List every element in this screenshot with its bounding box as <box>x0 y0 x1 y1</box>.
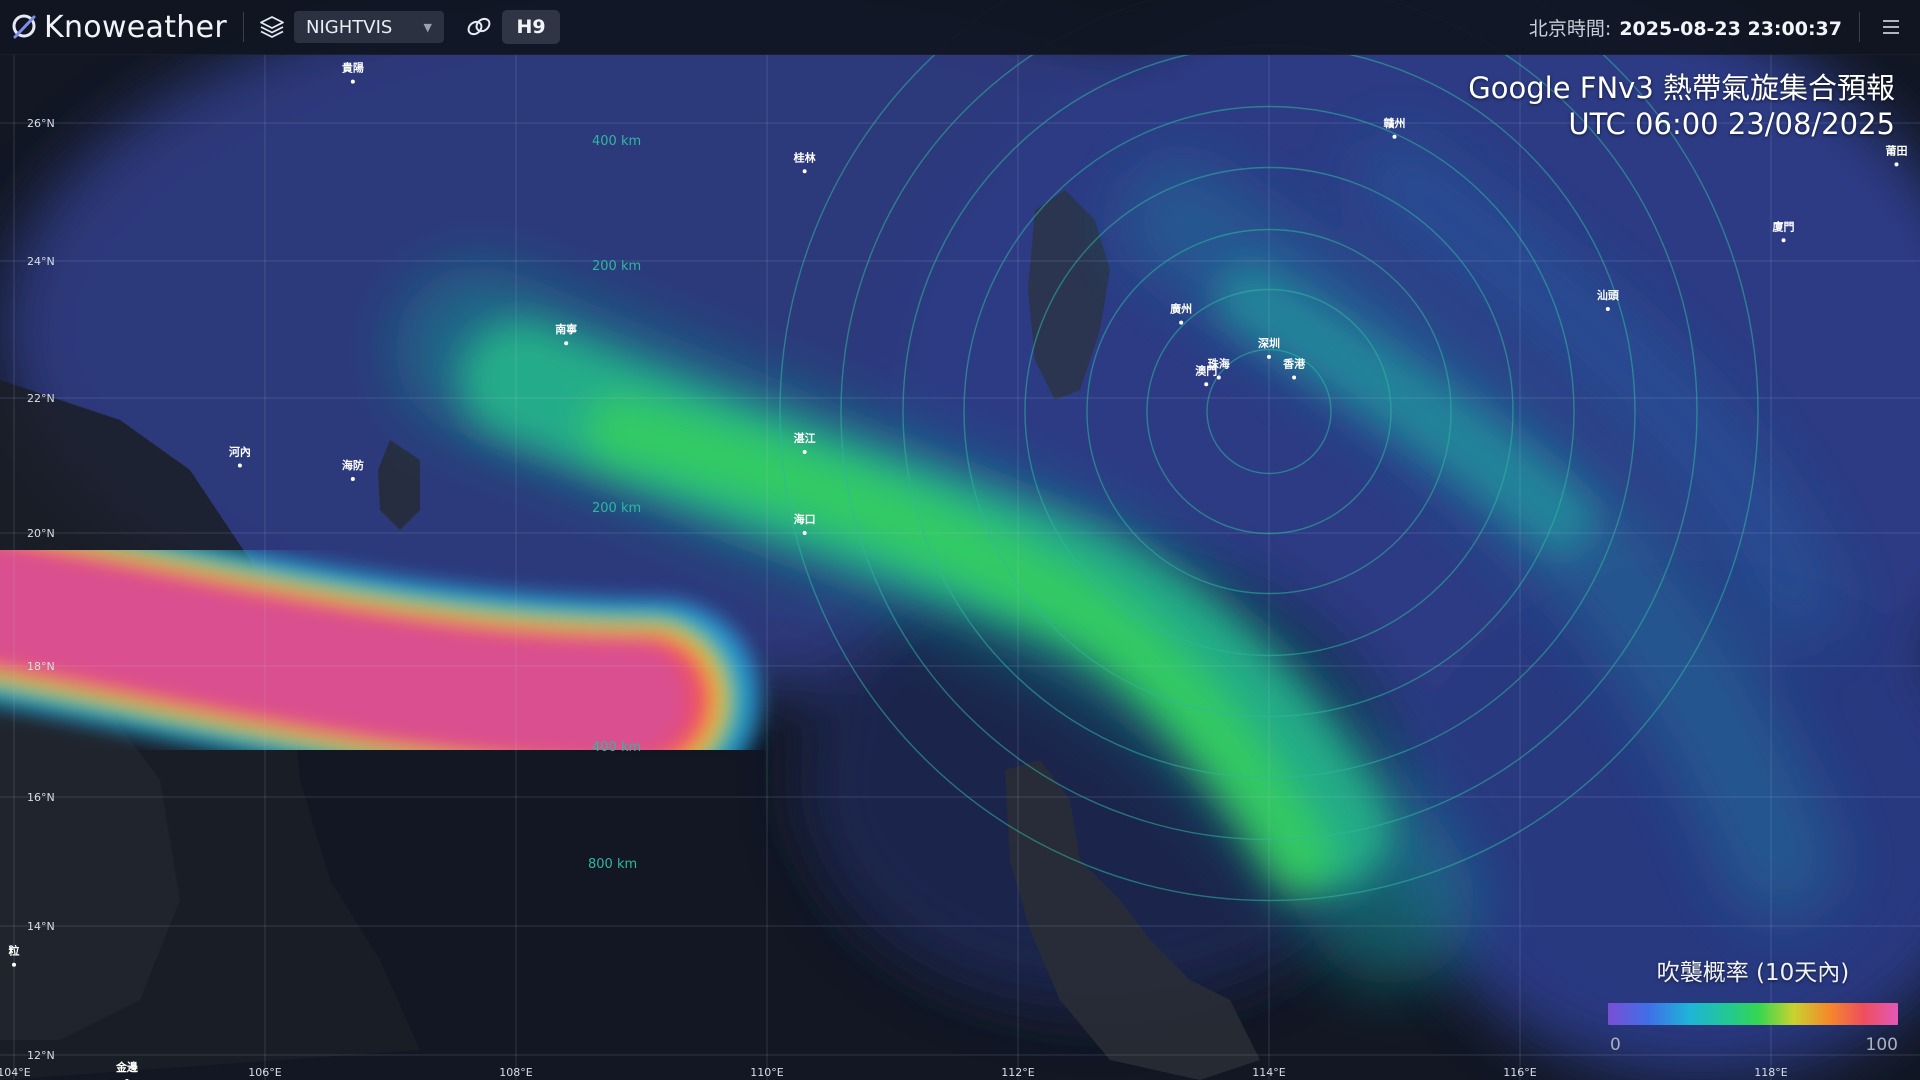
city-label: 贛州 <box>1384 116 1406 130</box>
city-label: 河內 <box>229 445 251 459</box>
ring-label-400km-south: 400 km <box>592 740 641 755</box>
toolbar-divider <box>243 12 244 42</box>
city-dot <box>1267 354 1271 359</box>
layer-select[interactable]: NIGHTVIS ▼ <box>294 11 444 43</box>
lat-tick-label: 14°N <box>27 920 55 933</box>
lat-tick-label: 18°N <box>27 660 55 673</box>
storm-h9-button[interactable]: H9 <box>502 10 560 44</box>
lat-tick-label: 16°N <box>27 791 55 804</box>
city-dot <box>12 962 16 967</box>
legend-title: 吹襲概率 (10天內) <box>1656 960 1850 986</box>
city-label: 海防 <box>342 458 364 472</box>
ring-label-400km-north: 400 km <box>592 134 641 149</box>
city-label: 汕頭 <box>1597 288 1620 302</box>
city-label: 湛江 <box>794 431 816 445</box>
app-name: Knoweather <box>44 9 227 45</box>
city-dot <box>802 531 807 535</box>
forecast-title-model: Google FNv3 熱帶氣旋集合預報 <box>1468 71 1895 105</box>
clock-value: 2025-08-23 23:00:37 <box>1619 18 1842 40</box>
probability-legend: 吹襲概率 (10天內) 0 100 <box>1608 953 1898 1055</box>
city-dot <box>237 463 242 468</box>
city-label: 貴陽 <box>342 61 364 75</box>
city-dot <box>1179 320 1184 325</box>
app-brand[interactable]: Knoweather <box>10 10 227 45</box>
city-label: 莆田 <box>1886 143 1908 157</box>
toolbar-divider-right <box>1859 12 1860 42</box>
lat-tick-label: 20°N <box>27 527 55 540</box>
forecast-title: Google FNv3 熱帶氣旋集合預報 UTC 06:00 23/08/202… <box>1468 70 1895 142</box>
layer-select-value: NIGHTVIS <box>306 16 393 38</box>
beijing-clock: 北京時間: 2025-08-23 23:00:37 <box>1529 14 1842 41</box>
city-label: 桂林 <box>793 150 816 164</box>
legend-max: 100 <box>1865 1035 1898 1055</box>
city-label: 南寧 <box>555 322 577 336</box>
top-toolbar: Knoweather NIGHTVIS ▼ H9 北京時間: 2025-08-2… <box>0 0 1920 55</box>
city-label: 金邊 <box>115 1060 139 1074</box>
lon-tick-label: 116°E <box>1503 1066 1536 1079</box>
ring-label-200km-south: 200 km <box>592 501 641 516</box>
lon-tick-label: 108°E <box>499 1066 532 1079</box>
city-dot <box>1894 162 1899 167</box>
city-dot <box>1204 382 1209 387</box>
hamburger-menu-icon[interactable] <box>1876 12 1906 42</box>
ring-label-200km-north: 200 km <box>592 259 641 274</box>
legend-color-bar <box>1608 1003 1898 1025</box>
lon-tick-label: 106°E <box>248 1066 281 1079</box>
forecast-title-time: UTC 06:00 23/08/2025 <box>1568 107 1895 141</box>
lat-tick-label: 22°N <box>27 392 55 405</box>
link-icon[interactable] <box>464 12 494 42</box>
layers-icon[interactable] <box>258 13 286 41</box>
lon-tick-label: 118°E <box>1754 1066 1787 1079</box>
city-label: 海口 <box>794 512 816 526</box>
legend-min: 0 <box>1610 1035 1621 1055</box>
city-dot <box>564 341 569 346</box>
chevron-down-icon: ▼ <box>423 20 432 34</box>
city-dot <box>1216 375 1221 380</box>
city-dot <box>1605 306 1610 311</box>
lon-tick-label: 112°E <box>1001 1066 1034 1079</box>
city-label: 香港 <box>1282 356 1306 370</box>
city-dot <box>802 169 807 174</box>
knoweather-logo-icon <box>12 14 36 39</box>
clock-label: 北京時間: <box>1528 18 1612 40</box>
city-label: 深圳 <box>1258 336 1280 350</box>
legend-scale: 0 100 <box>1608 1035 1898 1055</box>
city-dot <box>350 79 355 84</box>
city-dot <box>350 477 355 481</box>
lon-tick-label: 110°E <box>750 1066 783 1079</box>
city-dot <box>1392 134 1397 139</box>
city-dot <box>1781 238 1786 243</box>
lat-tick-label: 26°N <box>27 117 55 130</box>
ring-label-800km-south: 800 km <box>588 857 637 872</box>
city-label: 澳門 <box>1195 363 1217 377</box>
city-dot <box>802 450 807 454</box>
city-dot <box>1292 375 1297 380</box>
lon-tick-label: 104°E <box>0 1066 31 1079</box>
city-label: 粒 <box>9 944 20 958</box>
city-label: 廣州 <box>1170 302 1192 316</box>
lon-tick-label: 114°E <box>1252 1066 1285 1079</box>
lat-tick-label: 12°N <box>27 1049 55 1062</box>
lat-tick-label: 24°N <box>27 255 55 268</box>
probability-map[interactable]: 400 km 200 km 200 km 400 km 800 km 貴陽桂林 贛… <box>0 0 1920 1080</box>
city-label: 廈門 <box>1773 219 1795 233</box>
